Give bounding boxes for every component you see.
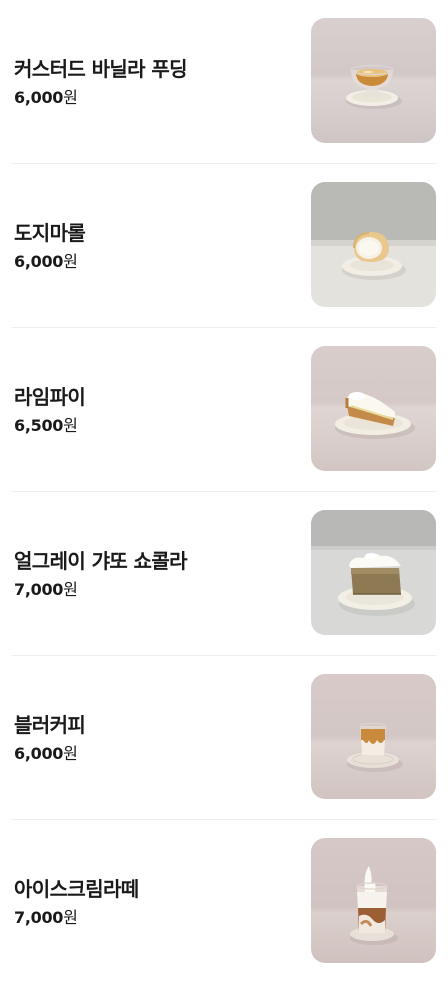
price-currency: 원 — [63, 87, 78, 107]
menu-item-info: 커스터드 바닐라 푸딩 6,000원 — [14, 0, 294, 164]
menu-item-dojima-roll[interactable]: 도지마롤 6,000원 — [12, 164, 436, 328]
menu-item-ice-cream-latte[interactable]: 아이스크림라떼 7,000원 — [12, 820, 436, 984]
earl-grey-gateau-chocolat-photo[interactable] — [311, 510, 436, 635]
menu-item-info: 라임파이 6,500원 — [14, 328, 294, 492]
menu-item-info: 블러커피 6,000원 — [14, 656, 294, 820]
blur-coffee-photo[interactable] — [311, 674, 436, 799]
ice-cream-latte-photo[interactable] — [311, 838, 436, 963]
menu-item-name: 커스터드 바닐라 푸딩 — [14, 56, 188, 81]
menu-item-price: 6,000원 — [14, 250, 294, 274]
menu-list: 커스터드 바닐라 푸딩 6,000원 도지마롤 6,000원 라임파이 6,50… — [0, 0, 448, 984]
menu-item-price: 6,000원 — [14, 86, 294, 110]
menu-item-info: 얼그레이 갸또 쇼콜라 7,000원 — [14, 492, 294, 656]
menu-item-info: 도지마롤 6,000원 — [14, 164, 294, 328]
dojima-roll-photo[interactable] — [311, 182, 436, 307]
price-currency: 원 — [63, 251, 78, 271]
menu-item-price: 6,000원 — [14, 742, 294, 766]
price-currency: 원 — [63, 415, 78, 435]
menu-item-name: 아이스크림라떼 — [14, 876, 139, 901]
menu-item-price: 7,000원 — [14, 578, 294, 602]
price-amount: 6,000 — [14, 743, 64, 763]
menu-item-name: 라임파이 — [14, 384, 86, 409]
lime-pie-photo[interactable] — [311, 346, 436, 471]
price-amount: 6,500 — [14, 415, 64, 435]
menu-item-earl-grey-gateau-chocolat[interactable]: 얼그레이 갸또 쇼콜라 7,000원 — [12, 492, 436, 656]
menu-item-price: 7,000원 — [14, 906, 294, 930]
price-amount: 6,000 — [14, 87, 64, 107]
price-currency: 원 — [63, 907, 78, 927]
menu-item-name: 블러커피 — [14, 712, 86, 737]
custard-pudding-photo[interactable] — [311, 18, 436, 143]
menu-item-custard-pudding[interactable]: 커스터드 바닐라 푸딩 6,000원 — [12, 0, 436, 164]
menu-item-info: 아이스크림라떼 7,000원 — [14, 820, 294, 984]
menu-item-lime-pie[interactable]: 라임파이 6,500원 — [12, 328, 436, 492]
price-amount: 6,000 — [14, 251, 64, 271]
menu-item-name: 도지마롤 — [14, 220, 86, 245]
price-currency: 원 — [63, 579, 78, 599]
menu-item-price: 6,500원 — [14, 414, 294, 438]
price-amount: 7,000 — [14, 579, 64, 599]
menu-item-name: 얼그레이 갸또 쇼콜라 — [14, 548, 188, 573]
price-amount: 7,000 — [14, 907, 64, 927]
menu-item-blur-coffee[interactable]: 블러커피 6,000원 — [12, 656, 436, 820]
price-currency: 원 — [63, 743, 78, 763]
